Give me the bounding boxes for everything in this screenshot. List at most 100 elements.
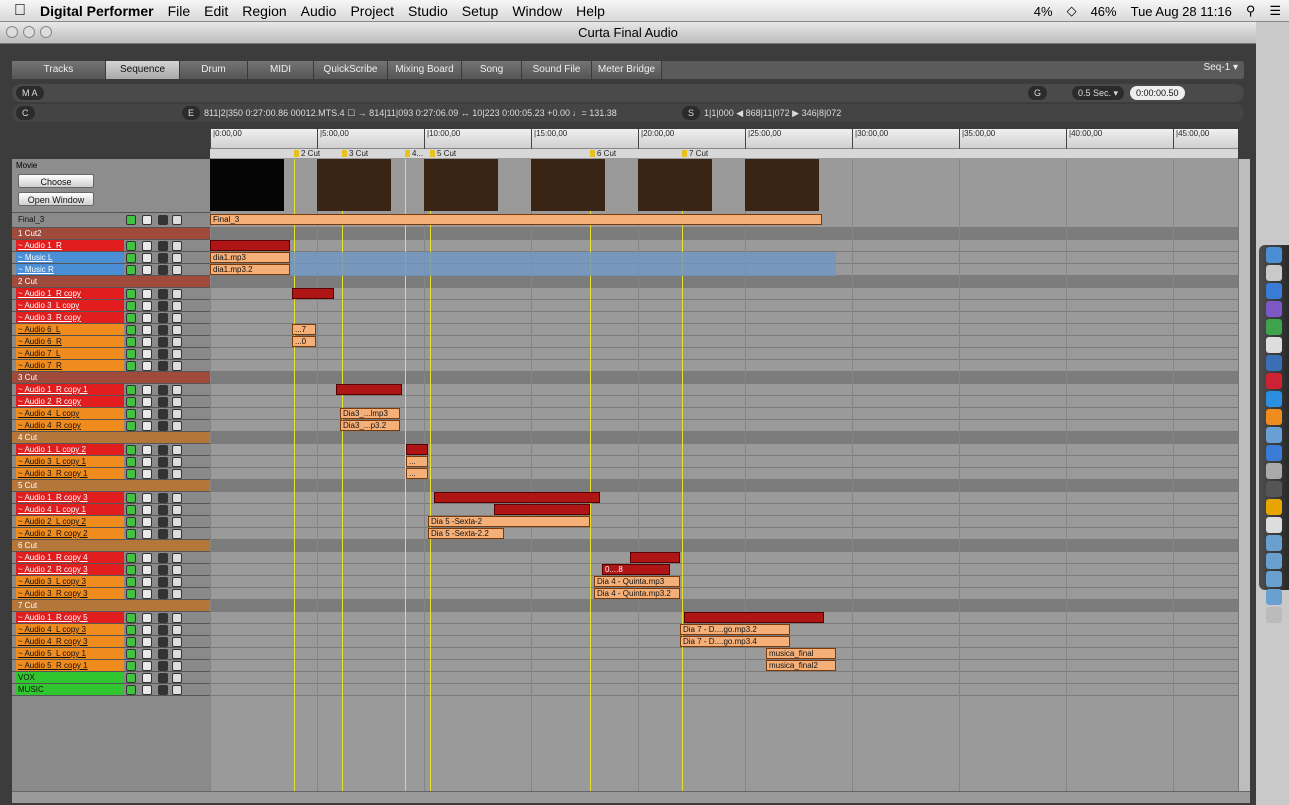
input-icon[interactable] bbox=[158, 613, 168, 623]
input-icon[interactable] bbox=[158, 349, 168, 359]
output-icon[interactable] bbox=[172, 409, 182, 419]
dock-app-icon[interactable] bbox=[1266, 337, 1282, 353]
tab-quickscribe[interactable]: QuickScribe bbox=[314, 61, 388, 79]
dock-app-icon[interactable] bbox=[1266, 589, 1282, 605]
track-name[interactable]: ~ Music R bbox=[16, 264, 124, 275]
output-icon[interactable] bbox=[172, 613, 182, 623]
track-row[interactable]: ~ Audio 5_L copy 1 bbox=[12, 648, 210, 660]
battery-status[interactable]: 46% bbox=[1091, 4, 1117, 19]
play-enable-icon[interactable] bbox=[126, 215, 136, 225]
track-name[interactable]: ~ Audio 5_R copy 1 bbox=[16, 660, 124, 671]
output-icon[interactable] bbox=[172, 397, 182, 407]
input-icon[interactable] bbox=[158, 241, 168, 251]
track-name[interactable]: ~ Audio 4_L copy 3 bbox=[16, 624, 124, 635]
audio-region[interactable]: ...7 bbox=[292, 324, 316, 335]
track-name[interactable]: ~ Audio 4_L copy bbox=[16, 408, 124, 419]
track-name[interactable]: 2 Cut bbox=[16, 276, 124, 287]
play-enable-icon[interactable] bbox=[126, 325, 136, 335]
play-enable-icon[interactable] bbox=[126, 577, 136, 587]
track-row[interactable]: ~ Audio 2_R copy 2 bbox=[12, 528, 210, 540]
record-icon[interactable] bbox=[142, 215, 152, 225]
spotlight-icon[interactable]: ⚲ bbox=[1246, 3, 1256, 19]
input-icon[interactable] bbox=[158, 397, 168, 407]
output-icon[interactable] bbox=[172, 349, 182, 359]
track-lane[interactable] bbox=[210, 576, 1238, 588]
track-name[interactable]: ~ Audio 3_L copy bbox=[16, 300, 124, 311]
track-lane[interactable] bbox=[210, 360, 1238, 372]
input-icon[interactable] bbox=[158, 385, 168, 395]
audio-region[interactable]: Final_3 bbox=[210, 214, 822, 225]
play-enable-icon[interactable] bbox=[126, 517, 136, 527]
dock-app-icon[interactable] bbox=[1266, 445, 1282, 461]
track-name[interactable]: ~ Audio 2_R copy bbox=[16, 396, 124, 407]
tab-midi[interactable]: MIDI bbox=[248, 61, 314, 79]
output-icon[interactable] bbox=[172, 289, 182, 299]
tab-mixing-board[interactable]: Mixing Board bbox=[388, 61, 462, 79]
dock-app-icon[interactable] bbox=[1266, 283, 1282, 299]
clock[interactable]: Tue Aug 28 11:16 bbox=[1131, 4, 1232, 19]
record-icon[interactable] bbox=[142, 337, 152, 347]
play-enable-icon[interactable] bbox=[126, 589, 136, 599]
play-enable-icon[interactable] bbox=[126, 685, 136, 695]
record-icon[interactable] bbox=[142, 409, 152, 419]
audio-region[interactable] bbox=[292, 288, 334, 299]
track-lane[interactable] bbox=[210, 240, 1238, 252]
audio-region[interactable]: Dia 7 - D....go.mp3.2 bbox=[680, 624, 790, 635]
play-enable-icon[interactable] bbox=[126, 673, 136, 683]
track-row[interactable]: ~ Audio 5_R copy 1 bbox=[12, 660, 210, 672]
track-row[interactable]: ~ Audio 1_R copy 5 bbox=[12, 612, 210, 624]
audio-region[interactable]: dia1.mp3 bbox=[210, 252, 290, 263]
track-name[interactable]: 3 Cut bbox=[16, 372, 124, 383]
input-icon[interactable] bbox=[158, 325, 168, 335]
folder-track[interactable]: 4 Cut bbox=[12, 432, 210, 444]
track-name[interactable]: ~ Audio 1_R copy 5 bbox=[16, 612, 124, 623]
track-lane[interactable] bbox=[210, 588, 1238, 600]
close-button[interactable] bbox=[6, 26, 18, 38]
track-lane[interactable] bbox=[210, 324, 1238, 336]
record-icon[interactable] bbox=[142, 361, 152, 371]
track-lane[interactable] bbox=[210, 372, 1238, 384]
input-icon[interactable] bbox=[158, 565, 168, 575]
timeline-ruler[interactable]: |0:00,00 |5:00,00 |10:00,00 |15:00,00 |20:00… bbox=[210, 129, 1238, 149]
play-enable-icon[interactable] bbox=[126, 565, 136, 575]
dock-app-icon[interactable] bbox=[1266, 553, 1282, 569]
track-lane[interactable] bbox=[210, 456, 1238, 468]
track-row[interactable]: ~ Audio 6_L bbox=[12, 324, 210, 336]
output-icon[interactable] bbox=[172, 265, 182, 275]
track-name[interactable]: ~ Audio 7_L bbox=[16, 348, 124, 359]
track-name[interactable]: ~ Audio 2_R copy 2 bbox=[16, 528, 124, 539]
track-row[interactable]: ~ Audio 7_L bbox=[12, 348, 210, 360]
nudge-field[interactable]: 0:00:00.50 bbox=[1130, 86, 1185, 100]
input-icon[interactable] bbox=[158, 529, 168, 539]
play-enable-icon[interactable] bbox=[126, 469, 136, 479]
input-icon[interactable] bbox=[158, 517, 168, 527]
input-icon[interactable] bbox=[158, 361, 168, 371]
marker-1[interactable]: 2 Cut bbox=[294, 149, 320, 158]
audio-region[interactable]: Dia 5 -Sexta-2 bbox=[428, 516, 590, 527]
track-row[interactable]: ~ Audio 1_R copy 3 bbox=[12, 492, 210, 504]
input-icon[interactable] bbox=[158, 685, 168, 695]
play-enable-icon[interactable] bbox=[126, 361, 136, 371]
output-icon[interactable] bbox=[172, 673, 182, 683]
input-icon[interactable] bbox=[158, 253, 168, 263]
track-name[interactable]: ~ Audio 5_L copy 1 bbox=[16, 648, 124, 659]
track-name[interactable]: ~ Audio 6_L bbox=[16, 324, 124, 335]
tab-song[interactable]: Song bbox=[462, 61, 522, 79]
output-icon[interactable] bbox=[172, 337, 182, 347]
play-enable-icon[interactable] bbox=[126, 313, 136, 323]
menu-window[interactable]: Window bbox=[512, 3, 562, 19]
input-icon[interactable] bbox=[158, 673, 168, 683]
record-icon[interactable] bbox=[142, 253, 152, 263]
track-lane[interactable] bbox=[210, 504, 1238, 516]
play-enable-icon[interactable] bbox=[126, 553, 136, 563]
output-icon[interactable] bbox=[172, 637, 182, 647]
audio-region[interactable]: Dia 4 - Quinta.mp3.2 bbox=[594, 588, 680, 599]
track-name[interactable]: ~ Audio 3_R copy 1 bbox=[16, 468, 124, 479]
play-enable-icon[interactable] bbox=[126, 397, 136, 407]
menu-audio[interactable]: Audio bbox=[301, 3, 337, 19]
app-menu[interactable]: Digital Performer bbox=[40, 3, 154, 19]
track-name[interactable]: 4 Cut bbox=[16, 432, 124, 443]
dock-app-icon[interactable] bbox=[1266, 463, 1282, 479]
track-row[interactable]: ~ Audio 1_L copy 2 bbox=[12, 444, 210, 456]
menu-file[interactable]: File bbox=[168, 3, 191, 19]
